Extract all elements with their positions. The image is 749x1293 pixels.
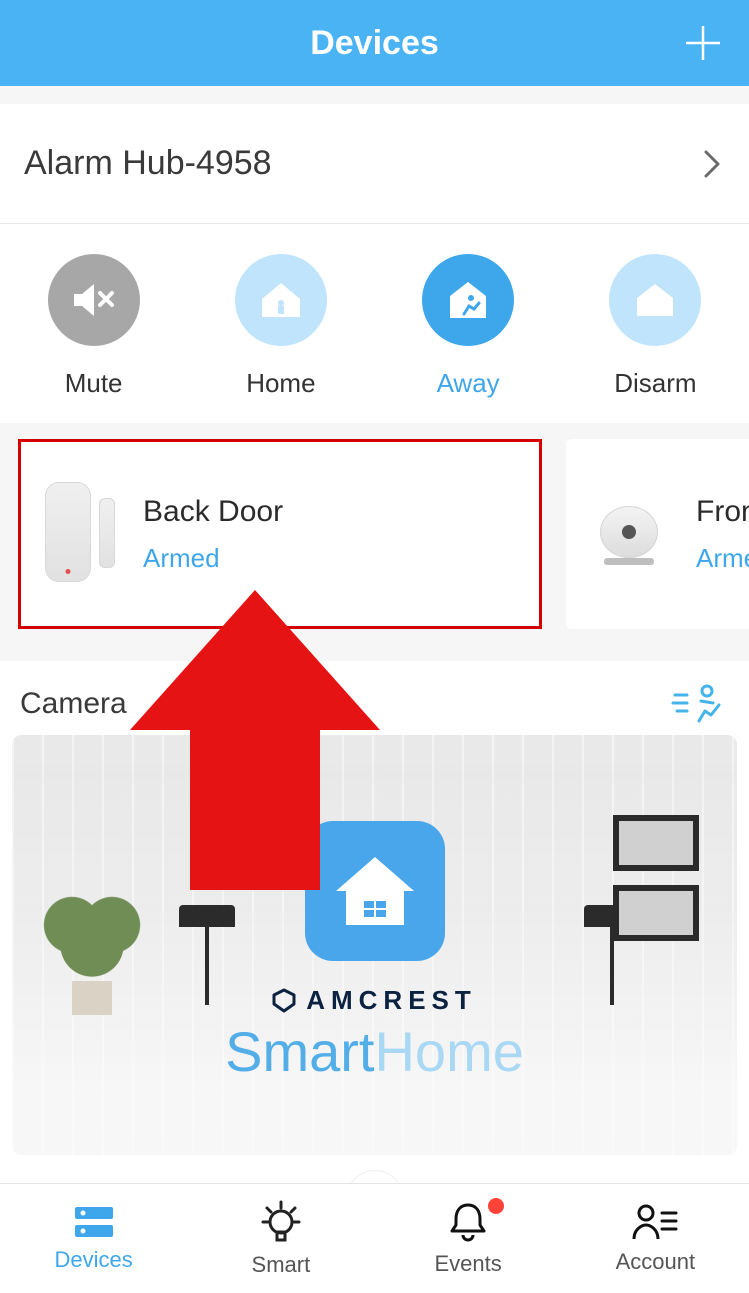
smart-tab-icon (261, 1200, 301, 1244)
device-card-front[interactable]: Front Armed (566, 439, 749, 629)
brand-block: AMCREST SmartHome (12, 985, 737, 1084)
camera-icon (590, 503, 668, 565)
away-icon (444, 278, 492, 322)
brand-name: AMCREST (306, 985, 477, 1016)
app-logo-badge (305, 821, 445, 961)
tab-label: Smart (252, 1252, 311, 1278)
camera-preview[interactable]: AMCREST SmartHome (12, 735, 737, 1155)
bell-icon (449, 1201, 487, 1243)
house-icon (330, 851, 420, 931)
account-tab-icon (632, 1203, 678, 1241)
motion-icon[interactable] (671, 683, 723, 725)
tab-label: Devices (55, 1247, 133, 1273)
tab-bar: Devices Smart Events (0, 1183, 749, 1293)
mode-label: Home (246, 368, 315, 399)
tab-events[interactable]: Events (375, 1184, 562, 1293)
page-title: Devices (310, 24, 439, 63)
device-status: Armed (696, 543, 749, 574)
mode-mute[interactable]: Mute (0, 254, 187, 399)
mode-label: Mute (65, 368, 123, 399)
notification-dot-icon (488, 1198, 504, 1214)
tab-devices[interactable]: Devices (0, 1184, 187, 1293)
mode-disarm[interactable]: Disarm (562, 254, 749, 399)
plus-icon (682, 22, 724, 64)
alarm-modes: Mute Home Away (0, 224, 749, 423)
mute-icon (70, 280, 118, 320)
device-name: Front (696, 495, 749, 529)
brand-mark-icon (272, 988, 296, 1014)
door-sensor-icon (45, 482, 115, 586)
device-name: Back Door (143, 495, 283, 529)
hub-name: Alarm Hub-4958 (24, 144, 272, 183)
camera-section: Camera (0, 661, 749, 1239)
tab-label: Events (434, 1251, 501, 1277)
camera-section-title: Camera (20, 687, 127, 721)
mode-label: Disarm (614, 368, 696, 399)
device-cards: Back Door Armed Front Armed (0, 423, 749, 647)
devices-tab-icon (73, 1205, 115, 1239)
mode-away[interactable]: Away (375, 254, 562, 399)
add-device-button[interactable] (681, 21, 725, 65)
device-status: Armed (143, 543, 283, 574)
tab-account[interactable]: Account (562, 1184, 749, 1293)
header-bar: Devices (0, 0, 749, 86)
disarm-icon (633, 280, 677, 320)
mode-home[interactable]: Home (187, 254, 374, 399)
brand-product-b: Home (374, 1020, 523, 1083)
tab-smart[interactable]: Smart (187, 1184, 374, 1293)
brand-product-a: Smart (225, 1020, 374, 1083)
tab-label: Account (616, 1249, 696, 1275)
device-card-back-door[interactable]: Back Door Armed (18, 439, 542, 629)
chevron-right-icon (703, 149, 721, 179)
mode-label: Away (437, 368, 500, 399)
alarm-hub-row[interactable]: Alarm Hub-4958 (0, 104, 749, 224)
home-icon (258, 279, 304, 321)
